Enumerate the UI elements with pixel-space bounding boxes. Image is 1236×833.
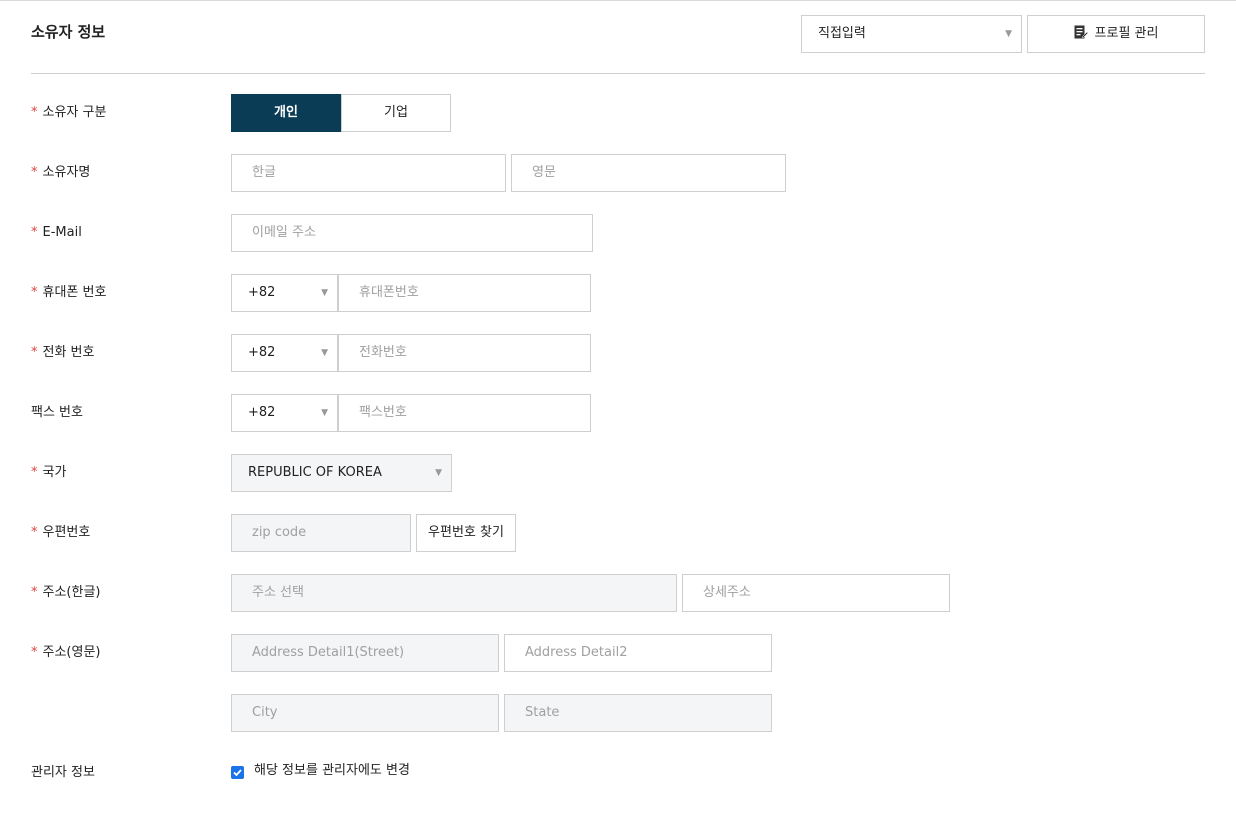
mobile-label-text: 휴대폰 번호 [42,285,107,300]
owner-type-label: * 소유자 구분 [31,104,106,122]
owner-type-individual-button[interactable]: 개인 [231,94,341,132]
address-state-input[interactable]: State [504,694,772,732]
input-mode-select-value: 직접입력 [818,26,866,41]
address-city-input[interactable]: City [231,694,499,732]
email-label-text: E-Mail [42,225,82,240]
country-select[interactable]: REPUBLIC OF KOREA ▼ [231,454,452,492]
profile-manage-button[interactable]: 프로필 관리 [1027,15,1205,53]
address-korean-detail-placeholder: 상세주소 [703,585,751,600]
email-label: * E-Mail [31,224,82,242]
input-mode-select[interactable]: 직접입력 ▼ [801,15,1022,53]
address-street-input[interactable]: Address Detail1(Street) [231,634,499,672]
caret-down-icon: ▼ [321,288,328,298]
zip-label-text: 우편번호 [42,525,91,540]
phone-country-code-value: +82 [248,345,276,360]
mobile-number-placeholder: 휴대폰번호 [359,285,419,300]
fax-country-code-value: +82 [248,405,276,420]
edit-document-icon [1074,25,1088,39]
required-mark: * [31,525,38,540]
country-label: * 국가 [31,464,66,482]
address-english-label-text: 주소(영문) [42,645,101,660]
address-korean-detail-input[interactable]: 상세주소 [682,574,950,612]
fax-country-code-select[interactable]: +82 ▼ [231,394,338,432]
section-title: 소유자 정보 [31,23,106,41]
owner-name-label-text: 소유자명 [42,165,91,180]
owner-name-label: * 소유자명 [31,164,90,182]
address-english-label: * 주소(영문) [31,644,100,662]
required-mark: * [31,645,38,660]
mobile-country-code-select[interactable]: +82 ▼ [231,274,338,312]
top-border [0,0,1236,1]
admin-info-checkbox[interactable] [231,766,244,779]
owner-name-english-input[interactable]: 영문 [511,154,786,192]
required-mark: * [31,585,38,600]
admin-info-checkbox-label[interactable]: 해당 정보를 관리자에도 변경 [254,762,410,780]
caret-down-icon: ▼ [435,468,442,478]
country-label-text: 국가 [42,465,67,480]
zip-search-button[interactable]: 우편번호 찾기 [416,514,516,552]
zip-code-placeholder: zip code [252,525,307,540]
phone-country-code-select[interactable]: +82 ▼ [231,334,338,372]
checkmark-icon [233,769,242,777]
required-mark: * [31,465,38,480]
address-korean-label: * 주소(한글) [31,584,100,602]
zip-code-input[interactable]: zip code [231,514,411,552]
zip-label: * 우편번호 [31,524,90,542]
country-select-value: REPUBLIC OF KOREA [248,465,382,480]
address-detail2-input[interactable]: Address Detail2 [504,634,772,672]
mobile-number-input[interactable]: 휴대폰번호 [338,274,591,312]
address-korean-select-input[interactable]: 주소 선택 [231,574,677,612]
required-mark: * [31,105,38,120]
address-city-placeholder: City [252,705,278,720]
required-mark: * [31,225,38,240]
admin-info-label: 관리자 정보 [31,765,95,780]
fax-number-input[interactable]: 팩스번호 [338,394,591,432]
fax-label: 팩스 번호 [31,405,83,420]
address-korean-select-placeholder: 주소 선택 [252,585,304,600]
address-detail2-placeholder: Address Detail2 [525,645,628,660]
caret-down-icon: ▼ [1005,29,1012,39]
phone-number-input[interactable]: 전화번호 [338,334,591,372]
mobile-country-code-value: +82 [248,285,276,300]
email-placeholder: 이메일 주소 [252,225,316,240]
owner-type-label-text: 소유자 구분 [42,105,107,120]
owner-name-english-placeholder: 영문 [532,165,556,180]
section-divider [31,73,1205,74]
email-input[interactable]: 이메일 주소 [231,214,593,252]
fax-number-placeholder: 팩스번호 [359,405,407,420]
phone-label: * 전화 번호 [31,344,94,362]
required-mark: * [31,285,38,300]
profile-manage-label: 프로필 관리 [1094,26,1159,41]
mobile-label: * 휴대폰 번호 [31,284,106,302]
caret-down-icon: ▼ [321,408,328,418]
required-mark: * [31,345,38,360]
owner-name-korean-input[interactable]: 한글 [231,154,506,192]
phone-number-placeholder: 전화번호 [359,345,407,360]
owner-type-company-button[interactable]: 기업 [341,94,451,132]
address-state-placeholder: State [525,705,560,720]
caret-down-icon: ▼ [321,348,328,358]
phone-label-text: 전화 번호 [42,345,95,360]
required-mark: * [31,165,38,180]
address-street-placeholder: Address Detail1(Street) [252,645,405,660]
owner-name-korean-placeholder: 한글 [252,165,276,180]
address-korean-label-text: 주소(한글) [42,585,101,600]
